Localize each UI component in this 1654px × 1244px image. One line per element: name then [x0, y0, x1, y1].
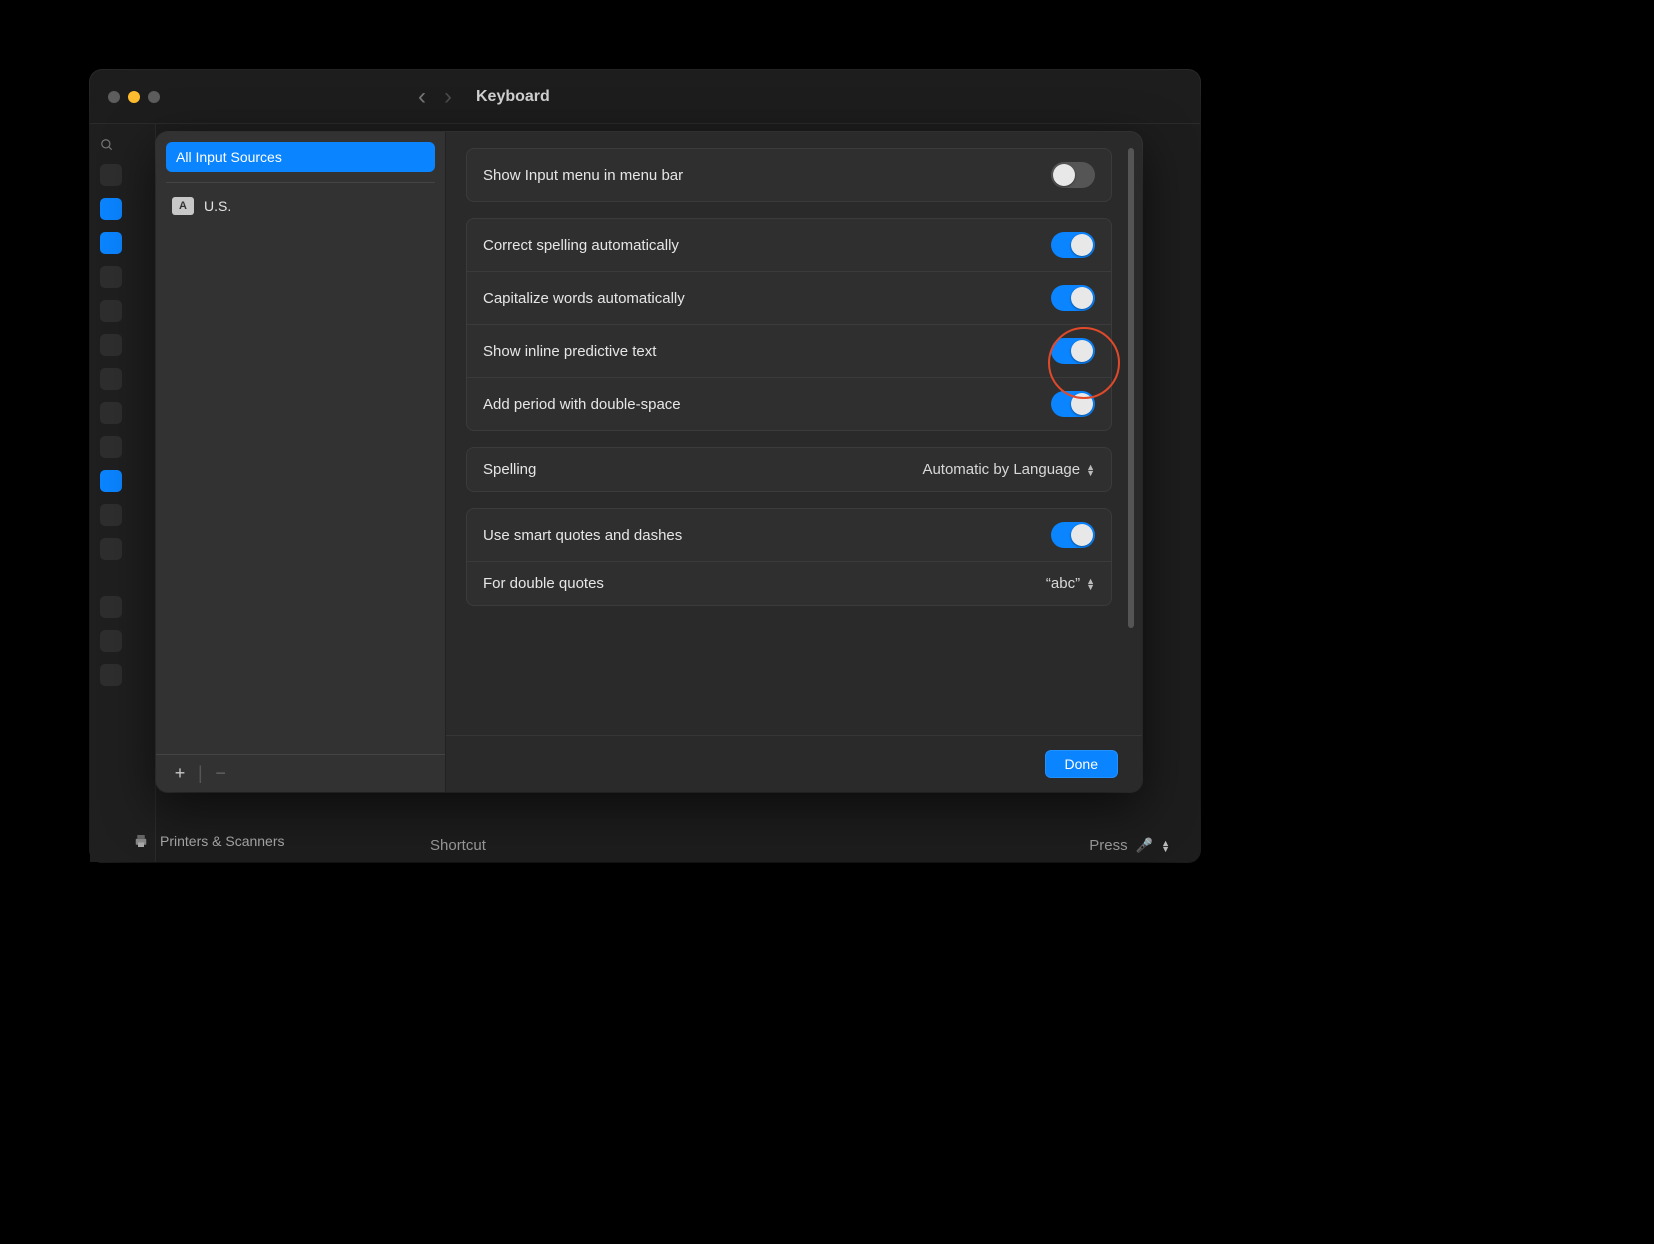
shortcut-value[interactable]: Press 🎤 ▲▼: [1089, 837, 1170, 854]
minimize-window-button[interactable]: [128, 91, 140, 103]
toggle-show-input-menu[interactable]: [1051, 162, 1095, 188]
shortcut-row: Shortcut Press 🎤 ▲▼: [430, 837, 1170, 854]
sidebar-icon[interactable]: [100, 368, 122, 390]
add-source-button[interactable]: +: [168, 763, 192, 784]
row-add-period: Add period with double-space: [467, 378, 1111, 430]
stepper-icon: ▲▼: [1086, 578, 1095, 590]
scrollbar[interactable]: [1128, 148, 1134, 628]
stepper-icon: ▲▼: [1086, 464, 1095, 476]
row-label: Use smart quotes and dashes: [483, 527, 682, 544]
sidebar-item-printers[interactable]: Printers & Scanners: [132, 832, 285, 850]
sidebar-icon[interactable]: [100, 198, 122, 220]
sidebar-icon[interactable]: [100, 300, 122, 322]
spelling-select[interactable]: Automatic by Language ▲▼: [922, 461, 1095, 478]
settings-scroll[interactable]: Show Input menu in menu bar Correct spel…: [446, 132, 1142, 735]
forward-button[interactable]: ›: [444, 83, 452, 111]
sidebar-icon[interactable]: [100, 470, 122, 492]
printer-icon: [132, 832, 150, 850]
sidebar-icon[interactable]: [100, 596, 122, 618]
row-double-quotes[interactable]: For double quotes “abc” ▲▼: [467, 562, 1111, 605]
sidebar-icon[interactable]: [100, 232, 122, 254]
nav-arrows: ‹ ›: [418, 83, 452, 111]
row-predictive-text: Show inline predictive text: [467, 325, 1111, 378]
back-button[interactable]: ‹: [418, 83, 426, 111]
stepper-icon: ▲▼: [1161, 840, 1170, 852]
sidebar-icon[interactable]: [100, 664, 122, 686]
row-label: Add period with double-space: [483, 396, 681, 413]
toggle-correct-spelling[interactable]: [1051, 232, 1095, 258]
toggle-add-period[interactable]: [1051, 391, 1095, 417]
row-spelling-language[interactable]: Spelling Automatic by Language ▲▼: [467, 448, 1111, 491]
sidebar-icon[interactable]: [100, 334, 122, 356]
row-correct-spelling: Correct spelling automatically: [467, 219, 1111, 272]
settings-panel: Show Input menu in menu bar Correct spel…: [446, 132, 1142, 792]
all-input-sources-item[interactable]: All Input Sources: [166, 142, 435, 172]
titlebar: ‹ › Keyboard: [90, 70, 1200, 124]
source-list-footer: + | −: [156, 754, 445, 792]
row-label: Capitalize words automatically: [483, 290, 685, 307]
row-label: Show Input menu in menu bar: [483, 167, 683, 184]
double-quotes-select[interactable]: “abc” ▲▼: [1046, 575, 1095, 592]
done-button[interactable]: Done: [1045, 750, 1118, 778]
settings-sidebar: [90, 124, 156, 862]
sheet-footer: Done: [446, 735, 1142, 792]
sidebar-icon[interactable]: [100, 630, 122, 652]
sidebar-icon[interactable]: [100, 436, 122, 458]
toggle-smart-quotes[interactable]: [1051, 522, 1095, 548]
traffic-lights: [108, 91, 160, 103]
remove-source-button[interactable]: −: [209, 763, 233, 784]
zoom-window-button[interactable]: [148, 91, 160, 103]
row-capitalize-words: Capitalize words automatically: [467, 272, 1111, 325]
row-smart-quotes: Use smart quotes and dashes: [467, 509, 1111, 562]
sidebar-icon[interactable]: [100, 266, 122, 288]
sidebar-icon[interactable]: [100, 504, 122, 526]
input-source-item[interactable]: A U.S.: [156, 189, 445, 223]
sidebar-icon[interactable]: [100, 538, 122, 560]
row-show-input-menu: Show Input menu in menu bar: [467, 149, 1111, 201]
row-label: Spelling: [483, 461, 536, 478]
sidebar-item-label: Printers & Scanners: [160, 833, 285, 849]
shortcut-label: Shortcut: [430, 837, 486, 854]
row-label: Show inline predictive text: [483, 343, 656, 360]
divider: [166, 182, 435, 183]
search-input[interactable]: [100, 138, 145, 152]
microphone-icon: 🎤: [1136, 837, 1153, 854]
keyboard-layout-icon: A: [172, 197, 194, 215]
sidebar-icon[interactable]: [100, 164, 122, 186]
input-source-label: U.S.: [204, 198, 231, 214]
page-title: Keyboard: [476, 88, 550, 106]
system-settings-window: ‹ › Keyboard Printers & Scanners Shortcu…: [90, 70, 1200, 862]
row-label: For double quotes: [483, 575, 604, 592]
input-sources-list: All Input Sources A U.S. + | −: [156, 132, 446, 792]
input-sources-sheet: All Input Sources A U.S. + | − Show Inpu…: [156, 132, 1142, 792]
row-label: Correct spelling automatically: [483, 237, 679, 254]
close-window-button[interactable]: [108, 91, 120, 103]
toggle-capitalize-words[interactable]: [1051, 285, 1095, 311]
sidebar-icon[interactable]: [100, 402, 122, 424]
toggle-predictive-text[interactable]: [1051, 338, 1095, 364]
